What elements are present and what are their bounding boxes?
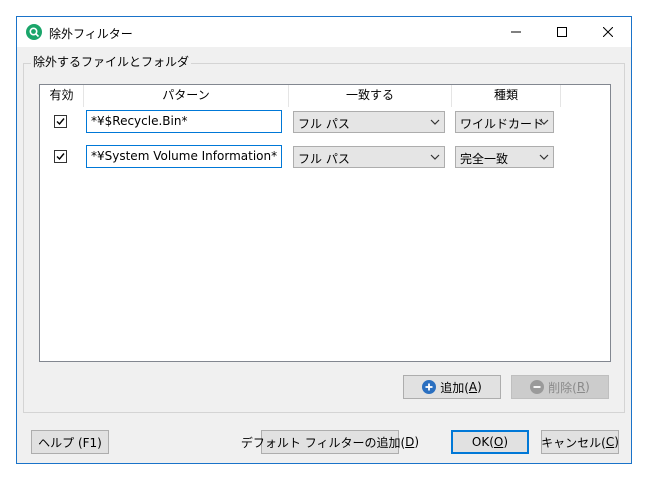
chevron-down-icon xyxy=(430,154,440,160)
ok-button-suffix: ) xyxy=(503,435,509,449)
remove-button-mnemonic: R xyxy=(576,380,586,394)
minimize-icon xyxy=(511,31,521,33)
plus-icon xyxy=(422,380,437,394)
cancel-button-mnemonic: C xyxy=(605,435,615,449)
minimize-button[interactable] xyxy=(493,17,539,47)
checkmark-icon xyxy=(56,153,65,161)
ok-button-mnemonic: O xyxy=(493,435,504,449)
match-select[interactable]: フル パス xyxy=(293,111,445,133)
cancel-button-suffix: ) xyxy=(614,435,619,449)
groupbox-label: 除外するファイルとフォルダ xyxy=(31,53,192,70)
pattern-input[interactable]: *¥System Volume Information* xyxy=(86,145,282,168)
default-filter-suffix: ) xyxy=(414,435,420,449)
type-select[interactable]: ワイルドカード xyxy=(455,111,554,133)
type-select[interactable]: 完全一致 xyxy=(455,146,554,168)
remove-button-suffix: ) xyxy=(585,380,590,394)
ok-button-label: OK( xyxy=(471,435,494,449)
cancel-button[interactable]: キャンセル(C) xyxy=(541,430,619,454)
default-filter-label: デフォルト フィルターの追加( xyxy=(240,435,406,450)
add-button-suffix: ) xyxy=(477,380,482,394)
chevron-down-icon xyxy=(430,119,440,125)
close-icon xyxy=(603,27,613,37)
filter-table[interactable]: 有効 パターン 一致する 種類 *¥$Recycle.Bin* フル パス ワイ… xyxy=(39,84,611,362)
maximize-icon xyxy=(557,27,567,37)
match-select-value: フル パス xyxy=(298,117,350,131)
title-bar[interactable]: 除外フィルター xyxy=(17,17,631,47)
match-select-value: フル パス xyxy=(298,152,350,166)
table-row: *¥$Recycle.Bin* フル パス ワイルドカード xyxy=(40,110,610,136)
pattern-input[interactable]: *¥$Recycle.Bin* xyxy=(86,110,282,133)
table-row: *¥System Volume Information* フル パス 完全一致 xyxy=(40,145,610,171)
type-select-value: ワイルドカード xyxy=(460,117,545,131)
column-header-match[interactable]: 一致する xyxy=(289,85,452,107)
column-header-pattern[interactable]: パターン xyxy=(84,85,289,107)
column-header-enabled[interactable]: 有効 xyxy=(40,85,84,107)
type-select-value: 完全一致 xyxy=(460,152,509,166)
column-header-type[interactable]: 種類 xyxy=(452,85,561,107)
enabled-checkbox[interactable] xyxy=(54,115,67,128)
checkmark-icon xyxy=(56,118,65,126)
ok-button[interactable]: OK(O) xyxy=(451,430,529,454)
add-default-filter-button[interactable]: デフォルト フィルターの追加(D) xyxy=(241,430,419,454)
exclude-filter-dialog: 除外フィルター 除外するファイルとフォルダ 有効 パターン 一致する 種類 *¥… xyxy=(16,16,632,464)
maximize-button[interactable] xyxy=(539,17,585,47)
help-button[interactable]: ヘルプ (F1) xyxy=(31,430,109,454)
add-button[interactable]: 追加(A) xyxy=(403,375,501,399)
close-button[interactable] xyxy=(585,17,631,47)
match-select[interactable]: フル パス xyxy=(293,146,445,168)
default-filter-mnemonic: D xyxy=(405,435,415,449)
cancel-button-label: キャンセル( xyxy=(541,435,606,450)
remove-button[interactable]: 削除(R) xyxy=(511,375,609,399)
enabled-checkbox[interactable] xyxy=(54,150,67,163)
add-button-mnemonic: A xyxy=(468,380,478,394)
window-title: 除外フィルター xyxy=(49,27,133,41)
chevron-down-icon xyxy=(539,119,549,125)
chevron-down-icon xyxy=(539,154,549,160)
app-icon xyxy=(26,24,42,40)
add-button-label: 追加( xyxy=(440,380,469,395)
minus-icon xyxy=(530,380,545,394)
remove-button-label: 削除( xyxy=(548,380,577,395)
